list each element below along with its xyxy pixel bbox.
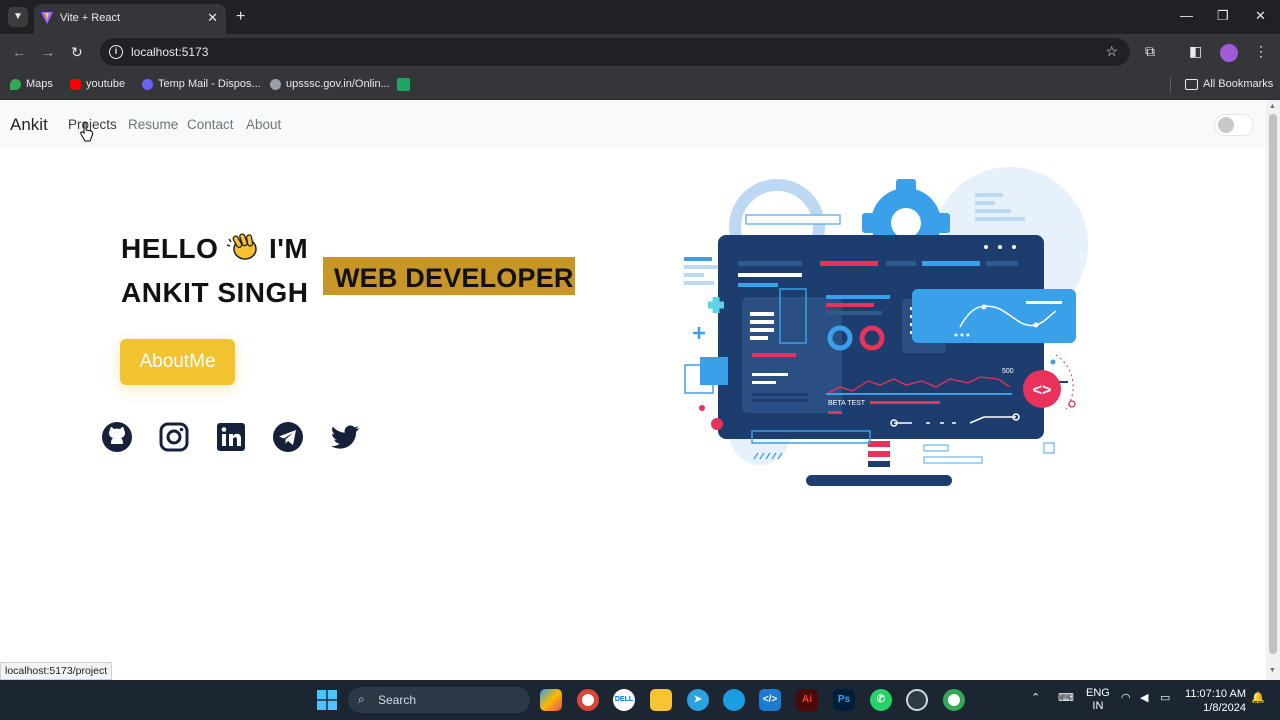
nav-link-about[interactable]: About	[246, 117, 281, 132]
bookmarks-divider	[1170, 77, 1171, 93]
new-tab-icon[interactable]: +	[236, 7, 245, 27]
waving-hand-icon	[226, 233, 257, 260]
chrome-profile-icon[interactable]	[943, 689, 965, 711]
browser-tab[interactable]: Vite + React ✕	[34, 4, 226, 34]
status-bar-url: localhost:5173/project	[0, 662, 113, 680]
twitter-icon[interactable]	[329, 421, 361, 453]
taskbar-search[interactable]: ⌕ Search	[348, 687, 530, 713]
battery-icon[interactable]: ▭	[1160, 692, 1170, 705]
back-icon[interactable]: ←	[12, 43, 26, 61]
address-url[interactable]: localhost:5173	[131, 45, 208, 59]
edge-icon[interactable]	[723, 689, 745, 711]
bookmark-star-icon[interactable]: ☆	[1105, 43, 1118, 60]
folder-icon	[1185, 78, 1198, 90]
bookmarks-bar: Maps youtube Temp Mail - Dispos... upsss…	[0, 70, 1280, 100]
site-navbar: Ankit Projects Resume Contact About	[0, 100, 1266, 148]
bookmark-upsssc[interactable]: upsssc.gov.in/Onlin...	[270, 78, 390, 90]
chatgpt-icon[interactable]	[906, 689, 928, 711]
minimize-icon[interactable]: —	[1180, 8, 1193, 23]
copilot-icon[interactable]	[540, 689, 562, 711]
role-highlight: WEB DEVELOPER	[323, 257, 575, 295]
tab-close-icon[interactable]: ✕	[207, 10, 218, 26]
browser-toolbar: ← → ↻ i localhost:5173 ☆ ⧉ ◧ ⋮	[0, 34, 1280, 70]
all-bookmarks[interactable]: All Bookmarks	[1185, 78, 1273, 90]
instagram-icon[interactable]	[158, 421, 190, 453]
whatsapp-icon[interactable]: ✆	[870, 689, 892, 711]
address-bar[interactable]: i localhost:5173 ☆	[100, 38, 1130, 66]
vite-favicon-icon	[41, 12, 53, 24]
hero-name: ANKIT SINGH	[121, 277, 309, 308]
scroll-up-icon[interactable]: ▲	[1269, 103, 1276, 110]
web-developer-illustration: 500 BETA TEST <>	[684, 167, 1088, 486]
scroll-down-icon[interactable]: ▼	[1269, 667, 1276, 674]
tray-chevron-up-icon[interactable]: ⌃	[1031, 692, 1040, 705]
hero-greeting: HELLO I'M	[121, 233, 309, 264]
page-scrollbar[interactable]: ▲ ▼	[1266, 100, 1280, 680]
toggle-knob	[1218, 117, 1234, 133]
bookmark-sheets[interactable]	[397, 78, 410, 91]
code-badge: <>	[1033, 382, 1052, 399]
page-viewport: Ankit Projects Resume Contact About HELL…	[0, 100, 1266, 680]
extensions-icon[interactable]: ⧉	[1145, 43, 1155, 60]
scroll-thumb[interactable]	[1269, 114, 1277, 654]
maps-icon	[10, 78, 21, 90]
telegram-app-icon[interactable]: ➤	[687, 689, 709, 711]
chart-value-label: 500	[1002, 368, 1014, 375]
photoshop-icon[interactable]: Ps	[833, 689, 855, 711]
tab-list-chevron-icon[interactable]: ▼	[8, 7, 28, 27]
theme-toggle[interactable]	[1214, 114, 1254, 136]
bookmark-maps[interactable]: Maps	[10, 78, 53, 90]
side-panel-icon[interactable]: ◧	[1189, 43, 1202, 60]
windows-start-icon[interactable]	[317, 690, 337, 710]
search-icon: ⌕	[358, 692, 365, 706]
tab-title: Vite + React	[60, 12, 121, 24]
forward-icon[interactable]: →	[41, 43, 55, 61]
nav-link-resume[interactable]: Resume	[128, 117, 178, 132]
chrome-menu-icon[interactable]: ⋮	[1254, 43, 1268, 60]
aboutme-button[interactable]: AboutMe	[120, 339, 235, 385]
dell-icon[interactable]: DELL	[613, 689, 635, 711]
browser-tab-bar: ▼ Vite + React ✕ + — ❐ ✕	[0, 0, 1280, 34]
chrome-icon[interactable]	[577, 689, 599, 711]
system-clock[interactable]: 11:07:10 AM 1/8/2024	[1184, 687, 1246, 715]
windows-taskbar: ⌕ Search DELL ➤ </> Ai Ps ✆ ⌃ ⌨ ENG IN ◠…	[0, 680, 1280, 720]
nav-link-contact[interactable]: Contact	[187, 117, 234, 132]
linkedin-icon[interactable]	[215, 421, 247, 453]
keyboard-icon[interactable]: ⌨	[1058, 692, 1074, 705]
profile-avatar[interactable]	[1220, 44, 1238, 62]
beta-test-label: BETA TEST	[828, 400, 866, 407]
maximize-icon[interactable]: ❐	[1217, 8, 1229, 24]
notification-bell-icon[interactable]: 🔔	[1251, 692, 1265, 705]
bookmark-temp-mail[interactable]: Temp Mail - Dispos...	[142, 78, 261, 90]
site-brand[interactable]: Ankit	[10, 115, 48, 135]
window-close-icon[interactable]: ✕	[1255, 8, 1266, 24]
wifi-icon[interactable]: ◠	[1121, 692, 1131, 705]
role-text: WEB DEVELOPER	[334, 263, 574, 293]
globe-icon	[270, 78, 281, 90]
temp-mail-icon	[142, 78, 153, 90]
youtube-icon	[70, 78, 81, 90]
file-explorer-icon[interactable]	[650, 689, 672, 711]
volume-icon[interactable]: ◀	[1140, 692, 1148, 705]
site-info-icon[interactable]: i	[109, 45, 123, 59]
github-icon[interactable]	[101, 421, 133, 453]
reload-icon[interactable]: ↻	[71, 43, 83, 61]
mouse-cursor-icon	[80, 122, 94, 142]
sheets-icon	[397, 78, 410, 91]
illustrator-icon[interactable]: Ai	[796, 689, 818, 711]
language-indicator[interactable]: ENG IN	[1086, 687, 1110, 713]
bookmark-youtube[interactable]: youtube	[70, 78, 125, 90]
vscode-icon[interactable]: </>	[759, 689, 781, 711]
telegram-icon[interactable]	[272, 421, 304, 453]
